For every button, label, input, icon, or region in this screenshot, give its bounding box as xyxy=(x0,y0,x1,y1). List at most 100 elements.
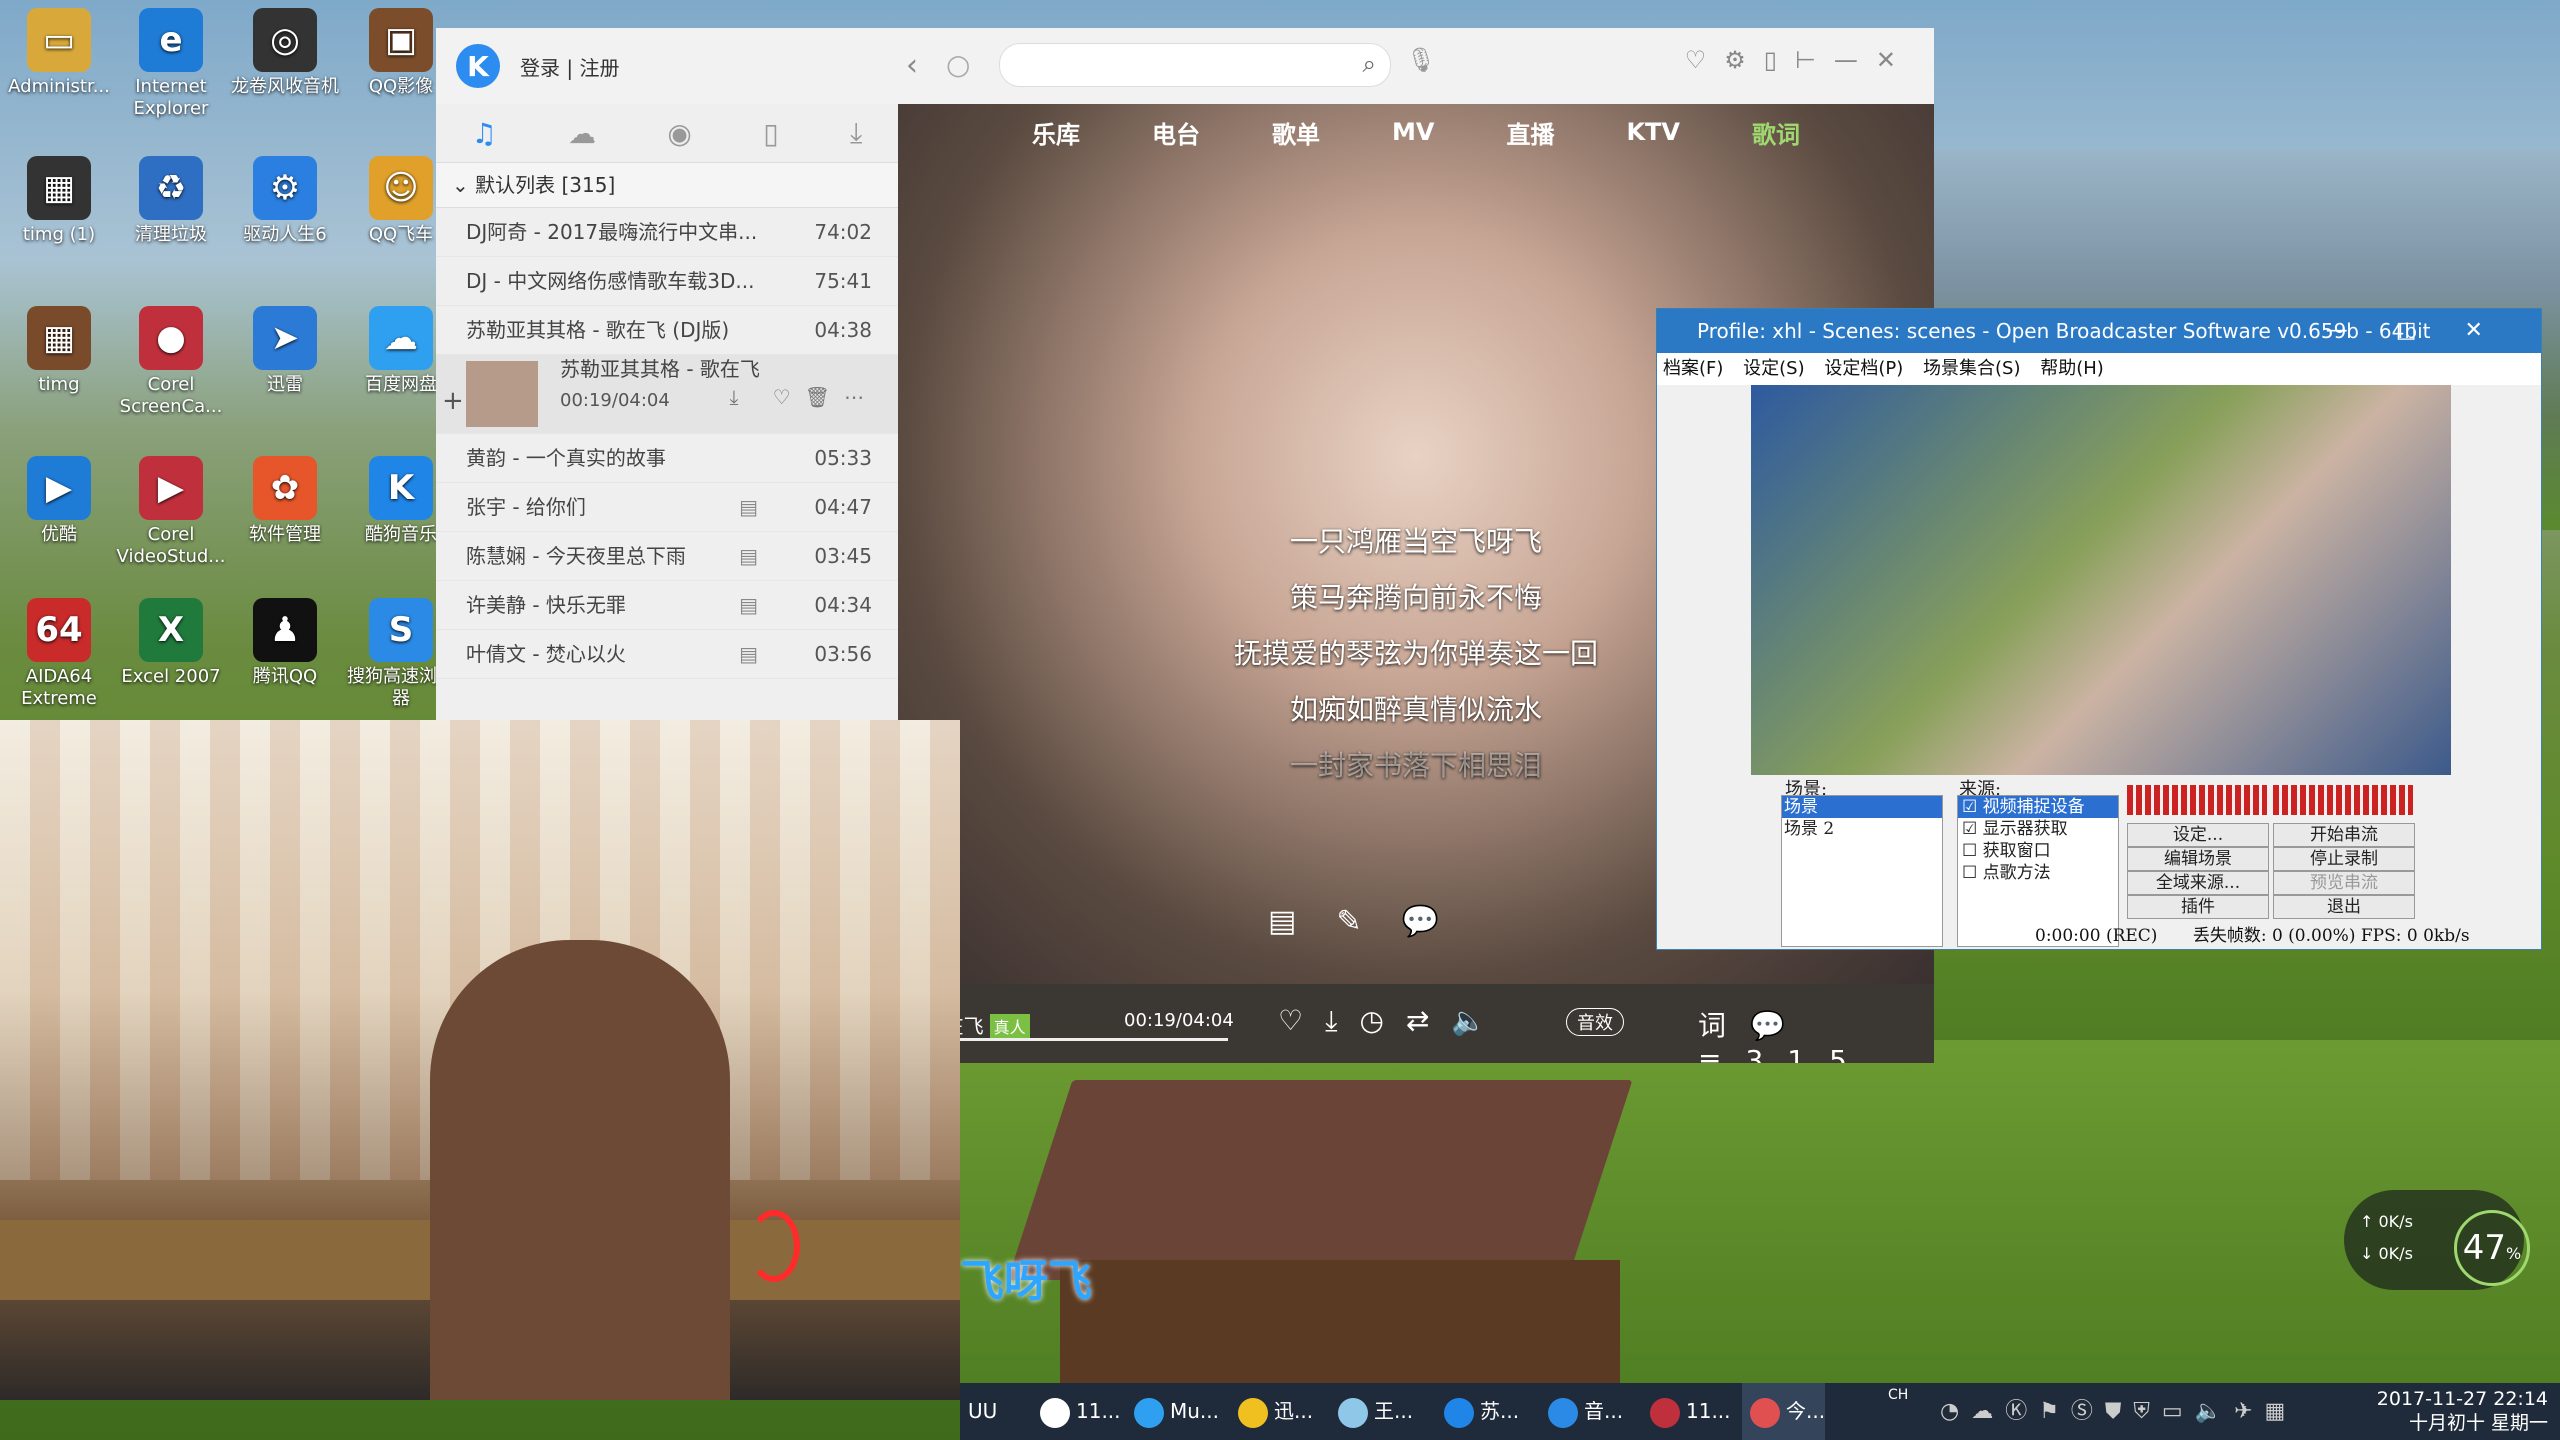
nav-item[interactable]: 歌单 xyxy=(1272,115,1320,150)
back-arrow-icon[interactable]: ‹ xyxy=(906,48,918,83)
desktop-lyric[interactable]: 飞呀飞 xyxy=(960,1245,1092,1309)
menu-item[interactable]: 档案(F) xyxy=(1663,358,1723,379)
tab-device-icon[interactable]: ▯ xyxy=(763,117,778,150)
scene-item[interactable]: 场景 xyxy=(1782,796,1942,818)
desktop-icon-timg1[interactable]: ▦ timg (1) xyxy=(4,156,114,246)
desktop-icon-driver[interactable]: ⚙ 驱动人生6 xyxy=(230,156,340,246)
playlist-header[interactable]: ⌄ 默认列表 [315] xyxy=(436,163,898,208)
taskbar-item[interactable]: 苏... xyxy=(1436,1383,1519,1440)
input-language[interactable]: CH xyxy=(1880,1383,1908,1440)
nav-item[interactable]: 直播 xyxy=(1506,115,1554,150)
desktop-icon-corel-videostudio[interactable]: ▶ Corel VideoStud... xyxy=(116,456,226,568)
mv-icon[interactable]: ▤ xyxy=(739,532,758,580)
nav-item[interactable]: 电台 xyxy=(1152,115,1200,150)
desktop-icon-youku[interactable]: ▶ 优酷 xyxy=(4,456,114,546)
notepad-icon xyxy=(1338,1397,1368,1428)
edit-scene-button[interactable]: 编辑场景 xyxy=(2127,847,2269,871)
taskbar-item[interactable]: 11... xyxy=(1642,1383,1731,1440)
settings-button[interactable]: 设定... xyxy=(2127,823,2269,847)
desktop-icon-ie[interactable]: e Internet Explorer xyxy=(116,8,226,120)
mv-icon[interactable]: ▤ xyxy=(739,581,758,629)
taskbar-item[interactable]: 迅... xyxy=(1230,1383,1313,1440)
playback-controls[interactable]: ♡⤓◷⇄🔈 xyxy=(1278,1004,1508,1038)
plugins-button[interactable]: 插件 xyxy=(2127,895,2269,919)
desktop-icon-administrator[interactable]: ▭ Administr... xyxy=(4,8,114,98)
playlist-row[interactable]: 黄韵 - 一个真实的故事 05:33 xyxy=(436,434,898,483)
playlist-row[interactable]: DJ阿奇 - 2017最嗨流行中文串... 74:02 xyxy=(436,208,898,257)
menu-item[interactable]: 场景集合(S) xyxy=(1923,358,2020,379)
stop-record-button[interactable]: 停止录制 xyxy=(2273,847,2415,871)
menu-item[interactable]: 帮助(H) xyxy=(2040,358,2104,379)
playlist-row[interactable]: 叶倩文 - 焚心以火 ▤ 03:56 xyxy=(436,630,898,679)
webcam-feed xyxy=(0,720,960,1400)
exit-button[interactable]: 退出 xyxy=(2273,895,2415,919)
desktop-icon-thunder[interactable]: ➤ 迅雷 xyxy=(230,306,340,396)
desktop-icon-cleaner[interactable]: ♻ 清理垃圾 xyxy=(116,156,226,246)
queue-icon[interactable]: ≡ xyxy=(1698,1044,1745,1063)
kugou-logo-icon[interactable]: K xyxy=(456,44,500,88)
upload-speed: ↑ 0K/s xyxy=(2360,1212,2413,1231)
mv-icon[interactable]: ▤ xyxy=(739,630,758,678)
desktop-icon-qq[interactable]: ♟ 腾讯QQ xyxy=(230,598,340,688)
playlist-row[interactable]: 许美静 - 快乐无罪 ▤ 04:34 xyxy=(436,581,898,630)
tab-cloud-icon[interactable]: ☁ xyxy=(568,117,596,150)
kugou-icon: K xyxy=(369,456,433,520)
desktop-icon-aida64[interactable]: 64 AIDA64 Extreme xyxy=(4,598,114,710)
desktop-icon-corel-screencap[interactable]: ● Corel ScreenCa... xyxy=(116,306,226,418)
preview-stream-button[interactable]: 预览串流 xyxy=(2273,871,2415,895)
sidebar-tabs: ♫ ☁ ◉ ▯ ⤓ xyxy=(436,104,898,163)
search-icon[interactable]: ⌕ xyxy=(1363,50,1376,78)
row-actions[interactable]: ⤓ ♡🗑⋯ xyxy=(729,373,878,421)
obs-window-controls[interactable]: —□✕ xyxy=(2326,309,2541,353)
broom-icon: ♻ xyxy=(139,156,203,220)
playlist-row[interactable]: DJ - 中文网络伤感情歌车载3D... 75:41 xyxy=(436,257,898,306)
taskbar-clock[interactable]: 2017-11-27 22:14 十月初十 星期一 xyxy=(2377,1387,2548,1435)
taskbar-item-active[interactable]: 今... xyxy=(1742,1383,1826,1440)
nav-item-selected[interactable]: 歌词 xyxy=(1752,115,1800,150)
desktop-icon-software-manager[interactable]: ✿ 软件管理 xyxy=(230,456,340,546)
player-window-controls[interactable]: ♡⚙▯⊢—✕ xyxy=(1685,46,1914,74)
nav-item[interactable]: KTV xyxy=(1626,118,1680,146)
tab-radio-icon[interactable]: ◉ xyxy=(667,117,691,150)
menu-item[interactable]: 设定(S) xyxy=(1743,358,1804,379)
playlist-row-current[interactable]: + 苏勒亚其其格 - 歌在飞 00:19/04:04 ⤓ ♡🗑⋯ xyxy=(436,355,898,434)
add-icon[interactable]: + xyxy=(442,377,464,425)
lyric-button[interactable]: 词 xyxy=(1698,1009,1750,1042)
playlist-row[interactable]: 张宇 - 给你们 ▤ 04:47 xyxy=(436,483,898,532)
folder-icon xyxy=(1238,1397,1268,1428)
taskbar-item[interactable]: 王... xyxy=(1330,1383,1413,1440)
taskbar-item[interactable]: Mu... xyxy=(1126,1383,1219,1440)
comment-icon[interactable]: 💬 xyxy=(1750,1009,1809,1042)
voice-search-icon[interactable]: 🎙 xyxy=(1406,46,1436,74)
source-item[interactable]: ☐ 获取窗口 xyxy=(1958,840,2118,862)
menu-item[interactable]: 设定档(P) xyxy=(1824,358,1903,379)
refresh-icon[interactable]: ○ xyxy=(946,48,970,81)
source-item[interactable]: ☑ 视频捕捉设备 xyxy=(1958,796,2118,818)
desktop-icon-radio[interactable]: ◎ 龙卷风收音机 xyxy=(230,8,340,98)
mv-icon[interactable]: ▤ xyxy=(739,483,758,531)
desktop-icon-timg[interactable]: ▦ timg xyxy=(4,306,114,396)
taskbar-item[interactable]: 音... xyxy=(1540,1383,1623,1440)
system-tray[interactable]: ◔☁Ⓚ⚑Ⓢ⛊⛨▭🔈✈▦ xyxy=(1940,1383,2297,1440)
tab-download-icon[interactable]: ⤓ xyxy=(850,116,862,150)
taskbar-item-uu[interactable]: UU xyxy=(960,1383,997,1440)
nav-item[interactable]: MV xyxy=(1392,118,1434,146)
search-input[interactable]: ⌕ xyxy=(999,43,1391,87)
taskbar-item[interactable]: 11... xyxy=(1032,1383,1121,1440)
stage-tools[interactable]: ▤✎💬 xyxy=(1268,904,1479,939)
desktop-icon-excel[interactable]: X Excel 2007 xyxy=(116,598,226,688)
scene-item[interactable]: 场景 2 xyxy=(1782,818,1942,840)
network-speed-widget[interactable]: ↑ 0K/s ↓ 0K/s 47% xyxy=(2344,1190,2530,1290)
start-stream-button[interactable]: 开始串流 xyxy=(2273,823,2415,847)
source-item[interactable]: ☑ 显示器获取 xyxy=(1958,818,2118,840)
tab-music-icon[interactable]: ♫ xyxy=(472,117,497,150)
register-link[interactable]: 注册 xyxy=(579,56,619,80)
source-item[interactable]: ☐ 点歌方法 xyxy=(1958,862,2118,884)
sound-effect-button[interactable]: 音效 xyxy=(1566,1008,1624,1036)
login-link[interactable]: 登录 xyxy=(520,56,560,80)
global-sources-button[interactable]: 全域来源... xyxy=(2127,871,2269,895)
player-titlebar: K 登录 | 注册 ‹ ○ ⌕ 🎙 ♡⚙▯⊢—✕ xyxy=(436,28,1934,104)
playlist-row[interactable]: 陈慧娴 - 今天夜里总下雨 ▤ 03:45 xyxy=(436,532,898,581)
nav-item[interactable]: 乐库 xyxy=(1032,115,1080,150)
image-file-icon: ▦ xyxy=(27,156,91,220)
